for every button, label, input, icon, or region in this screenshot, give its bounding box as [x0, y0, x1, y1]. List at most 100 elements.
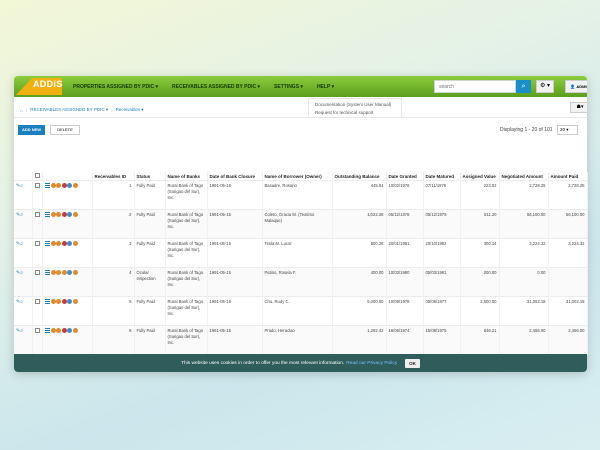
- status-step-icon[interactable]: [50, 212, 56, 218]
- status-step-icon[interactable]: [72, 212, 78, 218]
- status-step-icon[interactable]: [72, 183, 78, 189]
- view-icon[interactable]: ⌕: [20, 241, 23, 247]
- table-row[interactable]: ✎⌕ 3 Fully Paid Rural Bank of Tago (Surigao…: [14, 238, 588, 268]
- cell-assigned: 2,500.00: [460, 296, 500, 326]
- status-step-icon[interactable]: [61, 183, 67, 189]
- list-icon[interactable]: [44, 183, 50, 189]
- view-icon[interactable]: ⌕: [20, 270, 23, 276]
- cell-actions: ✎⌕: [14, 267, 33, 297]
- status-step-icon[interactable]: [61, 299, 67, 305]
- settings-gear-button[interactable]: ⚙ ▾: [536, 80, 554, 93]
- breadcrumb-receivables[interactable]: Receivables ▾: [116, 107, 144, 113]
- row-checkbox[interactable]: [34, 270, 40, 275]
- cell-matured: 05/12/1979: [423, 209, 461, 239]
- status-step-icon[interactable]: [72, 241, 78, 247]
- breadcrumb-receivables-assigned[interactable]: RECEIVABLES ASSIGNED BY PDIC ▾: [30, 107, 108, 113]
- status-step-icon[interactable]: [50, 241, 56, 247]
- list-icon[interactable]: [44, 241, 50, 247]
- status-step-icon[interactable]: [61, 328, 67, 334]
- cell-tools: [42, 180, 93, 210]
- delete-button[interactable]: DELETE: [50, 125, 80, 135]
- status-step-icon[interactable]: [72, 299, 78, 305]
- header-bank[interactable]: Name of Banks: [165, 172, 208, 181]
- row-checkbox[interactable]: [34, 241, 40, 246]
- view-icon[interactable]: ⌕: [20, 299, 23, 305]
- status-step-icon[interactable]: [67, 270, 72, 276]
- status-step-icon[interactable]: [50, 299, 56, 305]
- user-menu-button[interactable]: 👤 ADMIN ▾: [565, 80, 587, 93]
- list-icon[interactable]: [44, 212, 50, 218]
- status-step-icon[interactable]: [50, 270, 56, 276]
- table-row[interactable]: ✎⌕ 2 Fully Paid Rural Bank of Tago (Surigao…: [14, 209, 588, 239]
- header-paid[interactable]: Amount Paid: [548, 172, 588, 181]
- privacy-policy-link[interactable]: Read our Privacy Policy: [346, 361, 397, 366]
- cookie-ok-button[interactable]: OK: [405, 358, 420, 368]
- status-step-icon[interactable]: [56, 328, 61, 334]
- status-step-icon[interactable]: [56, 299, 61, 305]
- status-step-icon[interactable]: [67, 241, 72, 247]
- search-input[interactable]: [434, 80, 516, 93]
- header-negotiated[interactable]: Negotiated Amount: [499, 172, 549, 181]
- table-row[interactable]: ✎⌕ 5 Fully Paid Rural Bank of Tago (Surigao…: [14, 296, 588, 326]
- status-step-icon[interactable]: [67, 299, 72, 305]
- cell-actions: ✎⌕: [14, 296, 33, 326]
- status-step-icon[interactable]: [50, 328, 56, 334]
- status-step-icon[interactable]: [61, 241, 67, 247]
- header-borrower[interactable]: Name of Borrower (Owner): [262, 172, 333, 181]
- status-step-icon[interactable]: [56, 241, 61, 247]
- header-balance[interactable]: Outstanding Balance: [332, 172, 387, 181]
- header-status[interactable]: Status: [134, 172, 166, 181]
- view-icon[interactable]: ⌕: [20, 212, 23, 218]
- help-menu-item-support[interactable]: Request for technical support: [309, 108, 401, 116]
- list-icon[interactable]: [44, 328, 50, 334]
- header-matured[interactable]: Date Matured: [423, 172, 461, 181]
- cell-balance: 600.28: [332, 238, 387, 268]
- cell-matured: 05/03/1981: [423, 267, 461, 297]
- print-export-button[interactable]: ☗▾: [570, 102, 587, 113]
- nav-settings[interactable]: SETTINGS ▾: [267, 84, 310, 90]
- status-step-icon[interactable]: [50, 183, 56, 189]
- nav-properties[interactable]: PROPERTIES ASSIGNED BY PDIC ▾: [66, 84, 165, 90]
- nav-help[interactable]: HELP ▾: [310, 84, 341, 90]
- status-step-icon[interactable]: [72, 328, 78, 334]
- logo-text: ADDiS: [33, 79, 63, 89]
- cell-closure: 1991-05-15: [207, 209, 263, 239]
- table-row[interactable]: ✎⌕ 1 Fully Paid Rural Bank of Tago (Surigao…: [14, 180, 588, 210]
- header-receivables-id[interactable]: Receivables ID: [92, 172, 135, 181]
- status-step-icon[interactable]: [67, 328, 72, 334]
- view-icon[interactable]: ⌕: [20, 328, 23, 334]
- status-step-icon[interactable]: [61, 270, 67, 276]
- table-row[interactable]: ✎⌕ 6 Fully Paid Rural Bank of Tago (Surigao…: [14, 325, 588, 355]
- status-step-icon[interactable]: [72, 270, 78, 276]
- view-icon[interactable]: ⌕: [20, 183, 23, 189]
- addis-logo[interactable]: ADDiS: [14, 76, 66, 97]
- help-menu-item-documentation[interactable]: Documentation (System User Manual): [309, 100, 401, 108]
- status-step-icon[interactable]: [67, 183, 72, 189]
- search-icon[interactable]: ⌕: [516, 80, 531, 93]
- cell-paid: 3,224.32: [548, 238, 588, 268]
- header-granted[interactable]: Date Granted: [386, 172, 424, 181]
- cell-granted: 16/06/1974: [386, 325, 424, 355]
- list-icon[interactable]: [44, 299, 50, 305]
- status-step-icon[interactable]: [56, 183, 61, 189]
- cell-granted: 10/03/1980: [386, 267, 424, 297]
- row-checkbox[interactable]: [34, 183, 40, 188]
- nav-receivables[interactable]: RECEIVABLES ASSIGNED BY PDIC ▾: [165, 84, 267, 90]
- cell-status: Fully Paid: [134, 296, 166, 326]
- header-assigned[interactable]: Assigned Value: [460, 172, 500, 181]
- status-step-icon[interactable]: [61, 212, 67, 218]
- select-all-checkbox[interactable]: [34, 173, 40, 178]
- per-page-select[interactable]: 20 ▾: [557, 125, 578, 135]
- table-row[interactable]: ✎⌕ 4 Ocular Inspection Rural Bank of Tago (…: [14, 267, 588, 297]
- status-step-icon[interactable]: [67, 212, 72, 218]
- row-checkbox[interactable]: [34, 299, 40, 304]
- status-step-icon[interactable]: [56, 270, 61, 276]
- header-select-all[interactable]: [32, 172, 43, 181]
- status-step-icon[interactable]: [56, 212, 61, 218]
- cell-negotiated: 56,100.00: [499, 209, 549, 239]
- row-checkbox[interactable]: [34, 212, 40, 217]
- add-new-button[interactable]: ADD NEW: [18, 125, 45, 135]
- row-checkbox[interactable]: [34, 328, 40, 333]
- list-icon[interactable]: [44, 270, 50, 276]
- header-closure[interactable]: Date of Bank Closure: [207, 172, 263, 181]
